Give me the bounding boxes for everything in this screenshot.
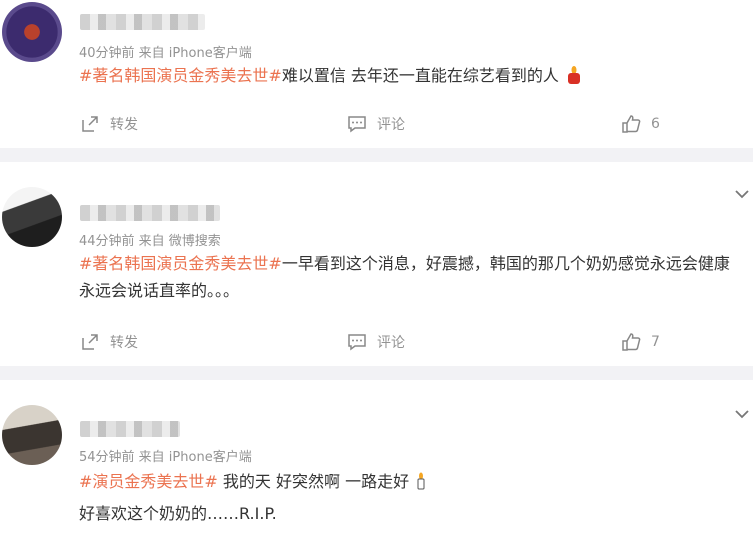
comment-button[interactable]: 评论: [347, 332, 405, 352]
username[interactable]: [80, 421, 180, 437]
post-meta: 44分钟前 来自 微博搜索: [79, 234, 221, 249]
comment-label: 评论: [377, 117, 405, 133]
comment-button[interactable]: 评论: [347, 114, 405, 134]
post-text: 我的天 好突然啊 一路走好: [217, 472, 410, 491]
post-2: 44分钟前 来自 微博搜索 #著名韩国演员金秀美去世#一早看到这个消息，好震撼，…: [0, 162, 753, 366]
like-count: 6: [651, 116, 660, 132]
chevron-down-icon[interactable]: [734, 184, 750, 203]
post-text-line2: 好喜欢这个奶奶的……R.I.P.: [79, 504, 277, 523]
avatar[interactable]: [2, 405, 62, 465]
separator: [0, 366, 753, 380]
like-button[interactable]: 6: [621, 114, 660, 134]
candle-icon: [566, 65, 582, 84]
repost-label: 转发: [110, 335, 138, 351]
post-content: #著名韩国演员金秀美去世#一早看到这个消息，好震撼，韩国的那几个奶奶感觉永远会健…: [79, 250, 744, 304]
post-meta: 40分钟前 来自 iPhone客户端: [79, 46, 252, 61]
repost-button[interactable]: 转发: [80, 332, 138, 352]
thumbs-up-icon: [622, 333, 641, 351]
username[interactable]: [80, 205, 220, 221]
separator: [0, 148, 753, 162]
candle-icon: [414, 471, 428, 490]
hashtag-link[interactable]: #著名韩国演员金秀美去世#: [79, 66, 282, 85]
comment-icon: [348, 116, 366, 133]
like-count: 7: [651, 334, 660, 350]
post-1: 40分钟前 来自 iPhone客户端 #著名韩国演员金秀美去世#难以置信 去年还…: [0, 0, 753, 148]
like-button[interactable]: 7: [621, 332, 660, 352]
repost-icon: [82, 334, 98, 350]
comment-icon: [348, 334, 366, 351]
hashtag-link[interactable]: #演员金秀美去世#: [79, 472, 218, 491]
chevron-down-icon[interactable]: [734, 404, 750, 423]
comment-label: 评论: [377, 335, 405, 351]
post-content: #著名韩国演员金秀美去世#难以置信 去年还一直能在综艺看到的人: [79, 62, 744, 89]
avatar[interactable]: [2, 2, 62, 62]
post-content: #演员金秀美去世# 我的天 好突然啊 一路走好 好喜欢这个奶奶的……R.I.P.: [79, 468, 744, 527]
post-meta: 54分钟前 来自 iPhone客户端: [79, 450, 252, 465]
repost-button[interactable]: 转发: [80, 114, 138, 134]
hashtag-link[interactable]: #著名韩国演员金秀美去世#: [79, 254, 282, 273]
post-3: 54分钟前 来自 iPhone客户端 #演员金秀美去世# 我的天 好突然啊 一路…: [0, 380, 753, 535]
repost-icon: [82, 116, 98, 132]
post-text: 难以置信 去年还一直能在综艺看到的人: [281, 66, 559, 85]
username[interactable]: [80, 14, 205, 30]
thumbs-up-icon: [622, 115, 641, 133]
repost-label: 转发: [110, 117, 138, 133]
avatar[interactable]: [2, 187, 62, 247]
